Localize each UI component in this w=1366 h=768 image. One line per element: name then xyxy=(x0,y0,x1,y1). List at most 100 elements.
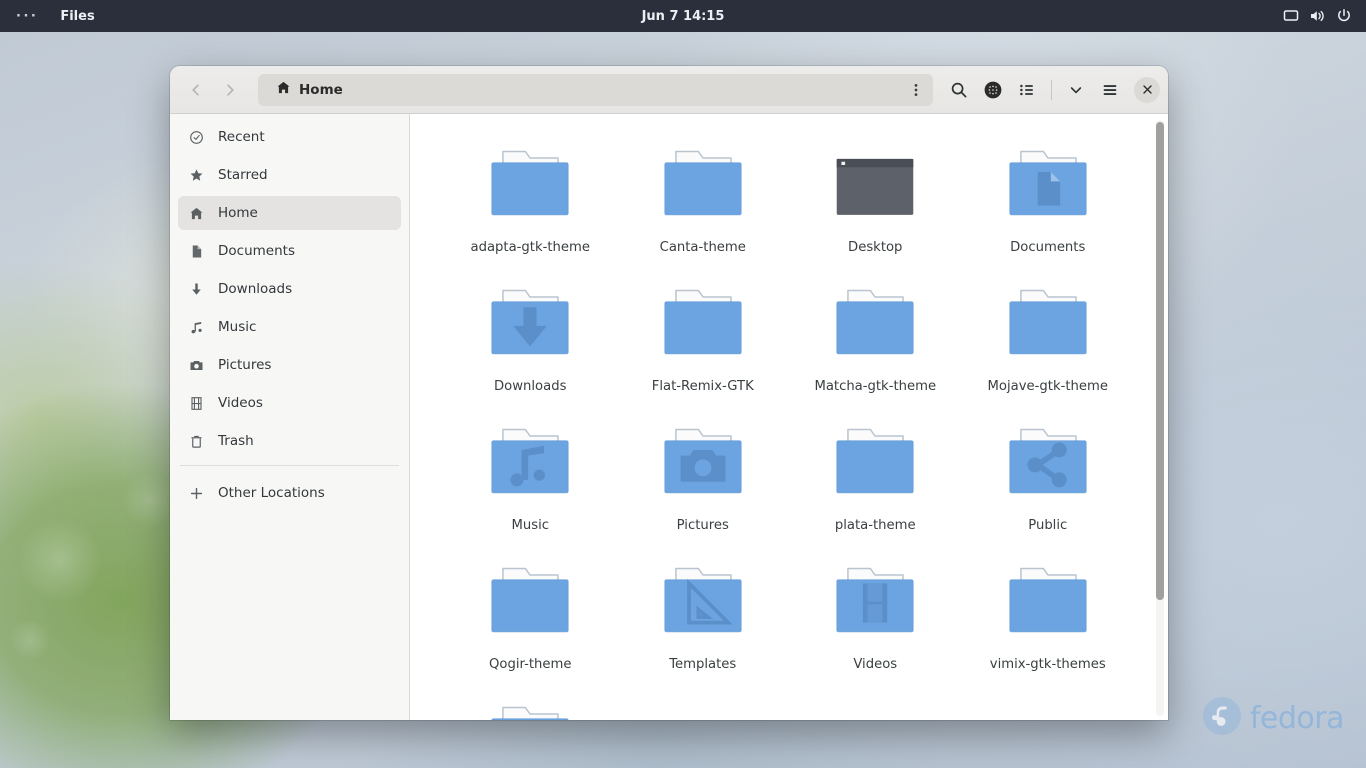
folder-icon xyxy=(1000,283,1096,367)
file-item[interactable] xyxy=(444,696,617,720)
scrollbar-thumb[interactable] xyxy=(1156,122,1164,600)
folder-icon xyxy=(482,422,578,506)
file-item[interactable]: Pictures xyxy=(617,418,790,557)
sidebar-item-starred[interactable]: Starred xyxy=(178,158,401,192)
folder-icon xyxy=(655,422,751,506)
sidebar-item-label: Trash xyxy=(218,433,254,449)
file-item-label: plata-theme xyxy=(834,518,916,533)
file-item[interactable]: Flat-Remix-GTK xyxy=(617,279,790,418)
sidebar-item-documents[interactable]: Documents xyxy=(178,234,401,268)
document-icon xyxy=(188,243,204,259)
back-button[interactable] xyxy=(180,74,212,106)
file-item[interactable]: adapta-gtk-theme xyxy=(444,140,617,279)
window-body: Recent Starred Home Documents Downloads … xyxy=(170,114,1168,720)
music-icon xyxy=(188,319,204,335)
file-item[interactable]: Templates xyxy=(617,557,790,696)
file-item-label: Videos xyxy=(853,657,898,672)
folder-icon xyxy=(655,561,751,645)
file-item[interactable]: Desktop xyxy=(789,140,962,279)
search-icon[interactable] xyxy=(943,74,975,106)
fedora-watermark: fedora xyxy=(1202,696,1345,740)
kebab-menu-icon[interactable] xyxy=(903,77,929,103)
sidebar-item-label: Recent xyxy=(218,129,265,145)
forward-button[interactable] xyxy=(214,74,246,106)
hamburger-menu-icon[interactable] xyxy=(1094,74,1126,106)
file-item-label: Documents xyxy=(1010,240,1086,255)
file-item[interactable]: Canta-theme xyxy=(617,140,790,279)
folder-icon xyxy=(1000,561,1096,645)
file-item-label: vimix-gtk-themes xyxy=(989,657,1106,672)
top-bar-app-menu[interactable]: Files xyxy=(50,0,104,32)
vertical-scrollbar[interactable] xyxy=(1156,120,1164,716)
desktop-background: fedora ··· Files Jun 7 14:15 Home Recent… xyxy=(0,0,1366,768)
file-item-label: Pictures xyxy=(676,518,729,533)
sidebar-item-home[interactable]: Home xyxy=(178,196,401,230)
file-item[interactable]: Public xyxy=(962,418,1135,557)
sidebar-item-other-locations[interactable]: Other Locations xyxy=(178,476,401,510)
volume-icon[interactable] xyxy=(1309,8,1326,24)
sidebar-item-trash[interactable]: Trash xyxy=(178,424,401,458)
sidebar-item-label: Downloads xyxy=(218,281,293,297)
fedora-logo-icon xyxy=(1202,696,1242,740)
dotted-circle-icon[interactable] xyxy=(977,74,1009,106)
file-item-label: adapta-gtk-theme xyxy=(470,240,590,255)
file-item[interactable]: Matcha-gtk-theme xyxy=(789,279,962,418)
file-item[interactable]: plata-theme xyxy=(789,418,962,557)
file-grid-view[interactable]: adapta-gtk-theme Canta-theme Desktop Docume… xyxy=(410,114,1168,720)
close-button[interactable] xyxy=(1134,76,1160,103)
file-item[interactable]: Videos xyxy=(789,557,962,696)
power-icon[interactable] xyxy=(1336,8,1352,24)
file-item-label: Mojave-gtk-theme xyxy=(987,379,1108,394)
folder-icon xyxy=(827,561,923,645)
activities-overview-button[interactable]: ··· xyxy=(0,0,50,32)
sidebar-separator xyxy=(180,465,399,466)
gnome-top-bar: ··· Files Jun 7 14:15 xyxy=(0,0,1366,32)
list-view-icon[interactable] xyxy=(1011,74,1043,106)
file-item-label: Flat-Remix-GTK xyxy=(651,379,754,394)
breadcrumb-home[interactable]: Home xyxy=(268,77,351,103)
folder-icon xyxy=(482,144,578,228)
sidebar-item-label: Home xyxy=(218,205,258,221)
icon-grid: adapta-gtk-theme Canta-theme Desktop Docume… xyxy=(410,114,1168,720)
file-item[interactable]: Mojave-gtk-theme xyxy=(962,279,1135,418)
file-item[interactable]: vimix-gtk-themes xyxy=(962,557,1135,696)
film-icon xyxy=(188,395,204,411)
file-item-label: Templates xyxy=(669,657,737,672)
folder-icon xyxy=(655,144,751,228)
home-icon xyxy=(188,205,204,221)
sidebar-item-music[interactable]: Music xyxy=(178,310,401,344)
sidebar-item-videos[interactable]: Videos xyxy=(178,386,401,420)
file-item[interactable]: Qogir-theme xyxy=(444,557,617,696)
breadcrumb-label: Home xyxy=(299,81,343,98)
folder-icon xyxy=(482,561,578,645)
sidebar-item-label: Starred xyxy=(218,167,268,183)
sidebar-item-label: Other Locations xyxy=(218,485,325,501)
camera-icon xyxy=(188,357,204,373)
file-item-label: Public xyxy=(1028,518,1068,533)
file-item[interactable]: Music xyxy=(444,418,617,557)
sidebar-item-pictures[interactable]: Pictures xyxy=(178,348,401,382)
chevron-down-icon[interactable] xyxy=(1060,74,1092,106)
folder-icon xyxy=(1000,422,1096,506)
file-item[interactable]: Documents xyxy=(962,140,1135,279)
display-icon[interactable] xyxy=(1283,8,1299,24)
sidebar-item-downloads[interactable]: Downloads xyxy=(178,272,401,306)
path-bar: Home xyxy=(258,73,933,106)
file-item[interactable]: Downloads xyxy=(444,279,617,418)
folder-icon xyxy=(827,422,923,506)
top-bar-clock[interactable]: Jun 7 14:15 xyxy=(0,0,1366,32)
files-window: Home Recent Starred Home Documents Downl… xyxy=(170,66,1168,720)
sidebar-item-label: Documents xyxy=(218,243,295,259)
trash-icon xyxy=(188,433,204,449)
file-item-label: Music xyxy=(511,518,550,533)
folder-icon xyxy=(655,283,751,367)
file-item-label: Canta-theme xyxy=(659,240,746,255)
toolbar-separator xyxy=(1051,79,1052,100)
clock-icon xyxy=(188,129,204,145)
star-icon xyxy=(188,167,204,183)
sidebar-item-label: Videos xyxy=(218,395,263,411)
sidebar-item-recent[interactable]: Recent xyxy=(178,120,401,154)
file-item-label: Desktop xyxy=(848,240,903,255)
file-item-label: Matcha-gtk-theme xyxy=(814,379,937,394)
folder-icon xyxy=(482,283,578,367)
